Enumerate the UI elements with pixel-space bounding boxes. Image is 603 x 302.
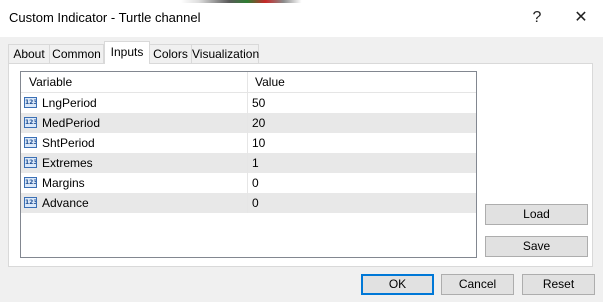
variable-value[interactable]: 1 <box>252 153 259 173</box>
background-chart-strip <box>0 0 603 3</box>
table-row[interactable]: 123 ShtPeriod 10 <box>21 133 476 153</box>
integer-type-icon: 123 <box>24 157 37 168</box>
title-bar: Custom Indicator - Turtle channel ? ✕ <box>0 0 603 37</box>
column-divider[interactable] <box>247 72 248 92</box>
ok-button[interactable]: OK <box>361 274 434 295</box>
variable-name: Margins <box>42 176 85 190</box>
variable-name: MedPeriod <box>42 116 101 130</box>
tab-common[interactable]: Common <box>49 44 104 63</box>
variable-name: LngPeriod <box>42 96 97 110</box>
window-title: Custom Indicator - Turtle channel <box>9 10 201 25</box>
table-row[interactable]: 123 LngPeriod 50 <box>21 93 476 113</box>
variable-name: Advance <box>42 196 89 210</box>
variable-value[interactable]: 50 <box>252 93 265 113</box>
table-row[interactable]: 123 Margins 0 <box>21 173 476 193</box>
cancel-button[interactable]: Cancel <box>441 274 514 295</box>
variable-name: Extremes <box>42 156 93 170</box>
tab-visualization[interactable]: Visualization <box>191 44 259 63</box>
save-button[interactable]: Save <box>485 236 588 257</box>
variable-value[interactable]: 20 <box>252 113 265 133</box>
table-row[interactable]: 123 MedPeriod 20 <box>21 113 476 133</box>
variable-name: ShtPeriod <box>42 136 95 150</box>
help-button[interactable]: ? <box>522 6 552 30</box>
inputs-table[interactable]: Variable Value 123 LngPeriod 50 123 MedP… <box>20 71 477 258</box>
table-row[interactable]: 123 Extremes 1 <box>21 153 476 173</box>
reset-button[interactable]: Reset <box>522 274 595 295</box>
integer-type-icon: 123 <box>24 177 37 188</box>
close-icon[interactable]: ✕ <box>566 6 596 30</box>
integer-type-icon: 123 <box>24 137 37 148</box>
integer-type-icon: 123 <box>24 197 37 208</box>
variable-value[interactable]: 0 <box>252 193 259 213</box>
table-row[interactable]: 123 Advance 0 <box>21 193 476 213</box>
integer-type-icon: 123 <box>24 97 37 108</box>
tab-about[interactable]: About <box>8 44 50 63</box>
column-header-variable[interactable]: Variable <box>29 72 72 92</box>
table-header: Variable Value <box>21 72 476 93</box>
integer-type-icon: 123 <box>24 117 37 128</box>
tab-inputs[interactable]: Inputs <box>104 41 150 64</box>
load-button[interactable]: Load <box>485 204 588 225</box>
variable-value[interactable]: 0 <box>252 173 259 193</box>
inputs-panel: Variable Value 123 LngPeriod 50 123 MedP… <box>8 63 593 267</box>
variable-value[interactable]: 10 <box>252 133 265 153</box>
column-header-value[interactable]: Value <box>255 72 285 92</box>
tab-colors[interactable]: Colors <box>149 44 192 63</box>
